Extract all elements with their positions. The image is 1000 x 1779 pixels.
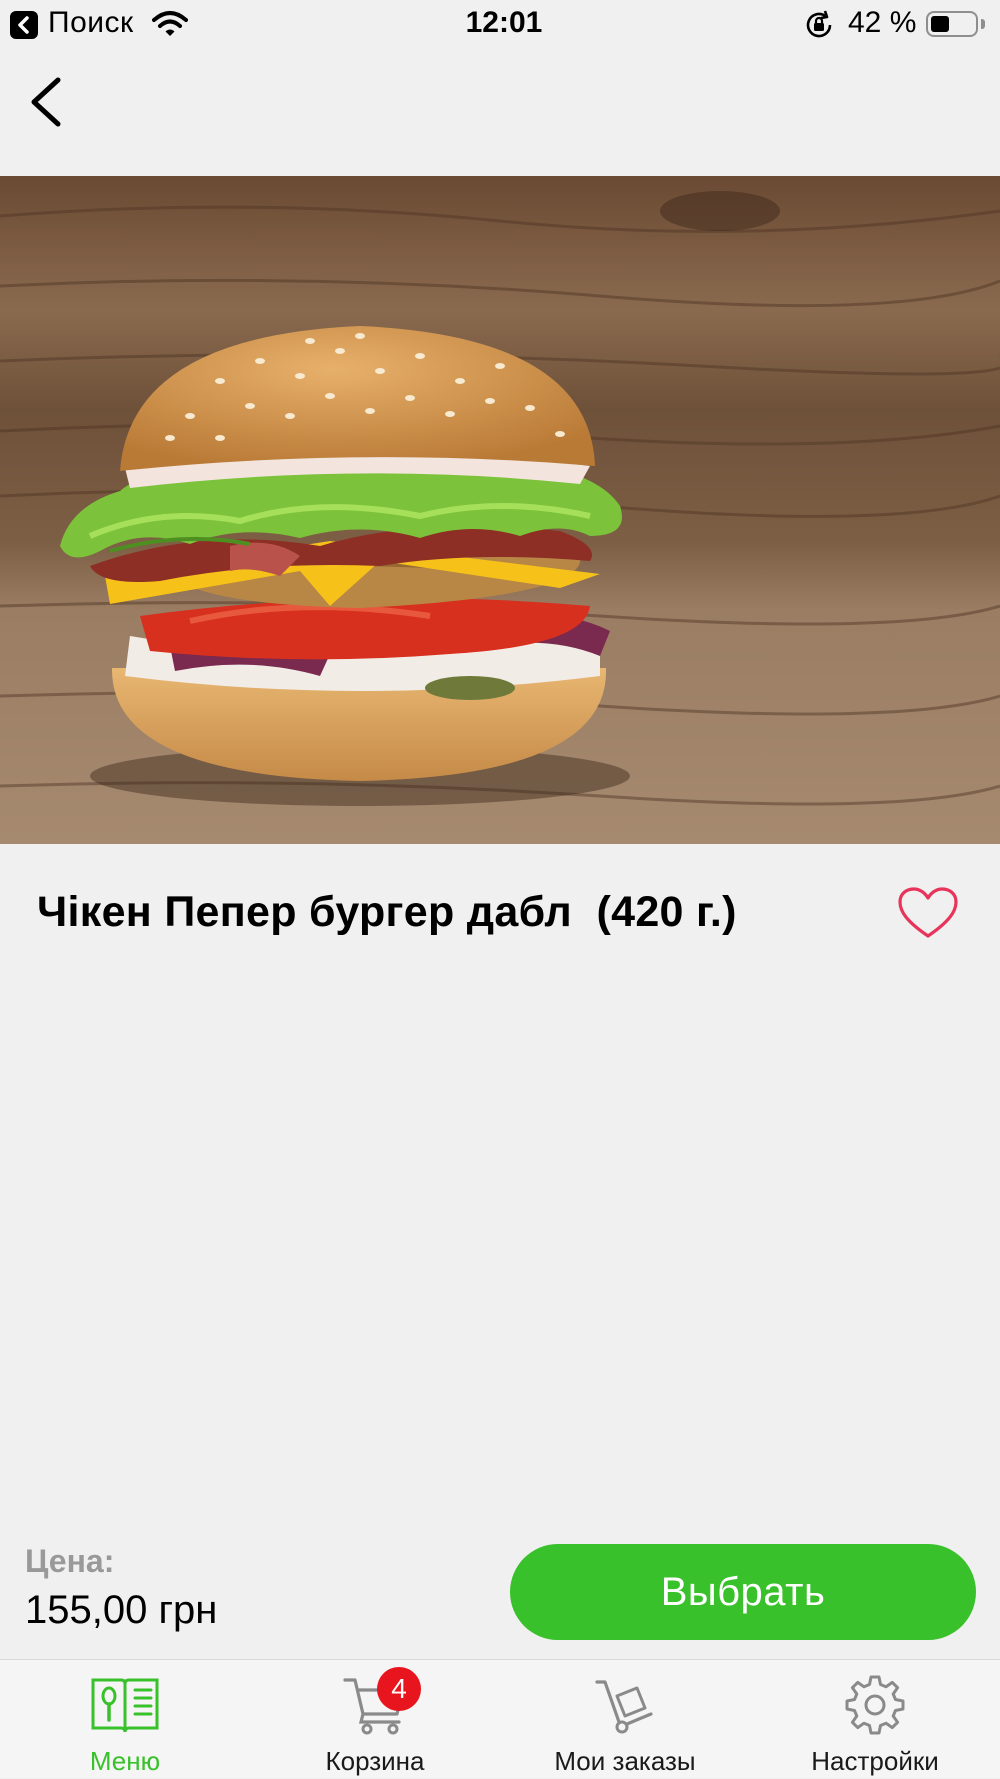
gear-icon [844, 1674, 906, 1741]
tab-orders[interactable]: Мои заказы [500, 1660, 750, 1779]
battery-percent: 42 % [848, 6, 917, 39]
tab-settings-label: Настройки [811, 1746, 939, 1776]
heart-icon[interactable] [896, 886, 960, 947]
rotation-lock-icon [803, 9, 835, 46]
price-label: Цена: [25, 1543, 115, 1579]
tab-orders-label: Мои заказы [554, 1746, 696, 1776]
battery-fill [931, 16, 949, 32]
menu-book-icon [89, 1674, 161, 1741]
tab-menu[interactable]: Меню [0, 1660, 250, 1779]
hand-truck-icon [593, 1674, 657, 1741]
tab-bar: Меню Корзина Мои заказы Настройки [0, 1659, 1000, 1778]
price-value: 155,00 грн [25, 1588, 218, 1632]
tab-cart-label: Корзина [325, 1746, 425, 1776]
battery-cap [981, 19, 985, 29]
battery-icon [926, 11, 978, 37]
product-title: Чікен Пепер бургер дабл (420 г.) [37, 888, 737, 936]
status-bar: Поиск 12:01 42 % [0, 0, 1000, 50]
back-button[interactable] [22, 70, 72, 130]
burger-photo [0, 176, 1000, 844]
tab-settings[interactable]: Настройки [750, 1660, 1000, 1779]
tab-cart[interactable]: Корзина [250, 1660, 500, 1779]
choose-button[interactable]: Выбрать [510, 1544, 976, 1640]
tab-menu-label: Меню [89, 1746, 161, 1776]
cart-badge: 4 [377, 1667, 421, 1711]
